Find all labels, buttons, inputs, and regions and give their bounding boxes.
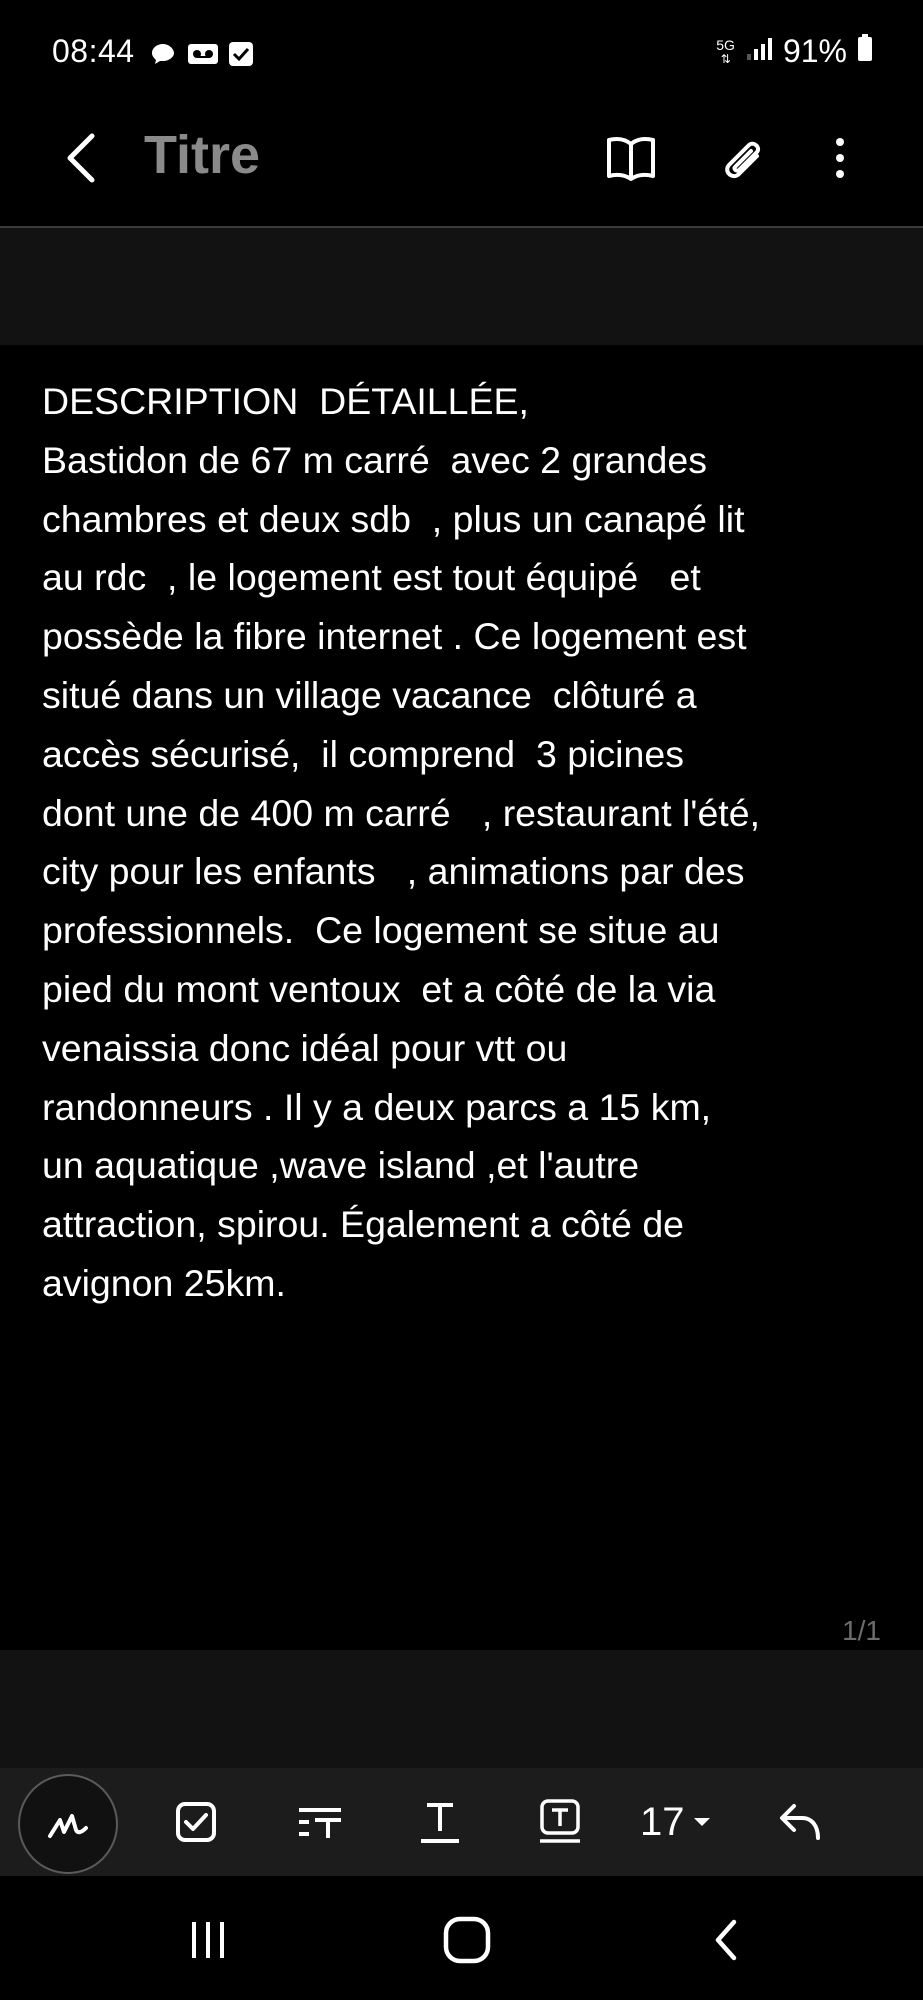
- note-line: Bastidon de 67 m carré avec 2 grandes: [42, 438, 707, 481]
- paperclip-icon: [725, 141, 760, 179]
- recent-apps-button[interactable]: [168, 1900, 248, 1980]
- note-line: avignon 25km.: [42, 1261, 286, 1304]
- note-line: city pour les enfants , animations par d…: [42, 850, 745, 893]
- bottom-band: [0, 1650, 923, 1768]
- note-line: pied du mont ventoux et a côté de la via: [42, 967, 716, 1010]
- checkbox-notification-icon: [228, 41, 254, 67]
- home-button[interactable]: [427, 1900, 507, 1980]
- note-line: au rdc , le logement est tout équipé et: [42, 556, 701, 599]
- note-line: DESCRIPTION DÉTAILLÉE,: [42, 380, 529, 422]
- caret-down-icon: [693, 1818, 710, 1826]
- note-line: venaissia donc idéal pour vtt ou: [42, 1026, 568, 1069]
- note-header: [0, 108, 923, 226]
- status-right: 5G ⇅ 91%: [716, 33, 873, 70]
- paragraph-style-button[interactable]: [290, 1768, 350, 1876]
- reading-mode-button[interactable]: [601, 128, 661, 188]
- battery-icon: [857, 33, 873, 70]
- note-line: dont une de 400 m carré , restaurant l'é…: [42, 791, 760, 834]
- back-button[interactable]: [56, 128, 106, 188]
- signal-icon: [745, 33, 773, 70]
- note-line: possède la fibre internet . Ce logement …: [42, 615, 747, 658]
- text-background-button[interactable]: [530, 1768, 590, 1876]
- note-line: attraction, spirou. Également a côté de: [42, 1203, 685, 1246]
- network-5g-icon: 5G ⇅: [716, 36, 735, 66]
- text-highlight-icon: [540, 1799, 580, 1843]
- undo-icon: [780, 1804, 820, 1840]
- note-line: randonneurs . Il y a deux parcs a 15 km,: [42, 1085, 712, 1128]
- page-indicator: 1/1: [842, 1615, 881, 1646]
- note-title-field[interactable]: Titre: [144, 124, 260, 186]
- attach-button[interactable]: [713, 128, 773, 188]
- more-vertical-icon: [836, 138, 844, 178]
- pen-mode-button[interactable]: [18, 1774, 118, 1874]
- note-body[interactable]: DESCRIPTION DÉTAILLÉE, Bastidon de 67 m …: [42, 372, 882, 1313]
- battery-percent: 91%: [782, 33, 847, 69]
- text-format-button[interactable]: [410, 1768, 470, 1876]
- chevron-left-icon: [715, 1919, 737, 1961]
- font-size-value: 17: [640, 1799, 685, 1844]
- chat-bubble-icon: [150, 41, 176, 67]
- system-back-button[interactable]: [686, 1900, 766, 1980]
- checkbox-icon: [176, 1802, 216, 1842]
- more-options-button[interactable]: [810, 128, 870, 188]
- chevron-left-icon: [67, 133, 95, 183]
- undo-button[interactable]: [770, 1768, 830, 1876]
- note-line: professionnels. Ce logement se situe au: [42, 909, 720, 952]
- home-icon: [443, 1916, 491, 1964]
- handwriting-icon: [48, 1814, 88, 1838]
- font-size-dropdown[interactable]: 17: [640, 1768, 713, 1876]
- note-line: accès sécurisé, il comprend 3 picines: [42, 732, 684, 775]
- checkbox-button[interactable]: [166, 1768, 226, 1876]
- top-band: [0, 228, 923, 345]
- status-time: 08:44: [52, 33, 135, 69]
- voicemail-icon: [187, 41, 219, 67]
- text-format-icon: [421, 1803, 459, 1843]
- recent-apps-icon: [192, 1922, 224, 1958]
- book-icon: [607, 137, 655, 181]
- paragraph-style-icon: [299, 1808, 341, 1838]
- note-line: chambres et deux sdb , plus un canapé li…: [42, 497, 745, 540]
- note-line: situé dans un village vacance clôturé a: [42, 673, 697, 716]
- note-line: un aquatique ,wave island ,et l'autre: [42, 1144, 640, 1187]
